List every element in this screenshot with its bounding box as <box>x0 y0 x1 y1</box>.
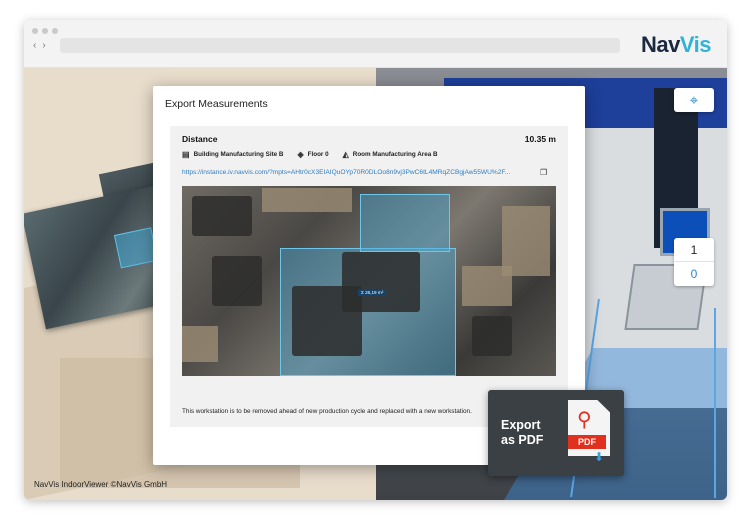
forward-button[interactable]: › <box>42 40 45 51</box>
measurement-note: This workstation is to be removed ahead … <box>182 408 472 415</box>
pdf-badge: PDF <box>568 435 606 449</box>
window-dot[interactable] <box>42 28 48 34</box>
building-info: ▤ Building Manufacturing Site B <box>182 150 283 159</box>
floor-option[interactable]: 0 <box>674 262 714 286</box>
floor-option-active[interactable]: 1 <box>674 238 714 262</box>
measurement-line <box>714 308 716 498</box>
navvis-logo: NavVis <box>641 32 711 58</box>
measurement-location: ▤ Building Manufacturing Site B ◈ Floor … <box>182 150 438 159</box>
equipment <box>212 256 262 306</box>
floor-icon: ◈ <box>297 150 304 159</box>
browser-window: ‹ › NavVis ⌖ 1 0 NavVis IndoorViewer ©Na… <box>24 20 727 500</box>
window-controls <box>32 28 58 34</box>
back-button[interactable]: ‹ <box>33 40 36 51</box>
export-pdf-button[interactable]: Export as PDF ⚲ PDF ⬇ <box>488 390 624 476</box>
viewer-credit: NavVis IndoorViewer ©NavVis GmbH <box>34 480 168 489</box>
equipment <box>292 286 362 356</box>
area-label: Σ 26,19 m² <box>358 289 387 296</box>
building-label: Building Manufacturing Site B <box>193 151 284 158</box>
measured-area <box>113 227 159 269</box>
address-bar[interactable] <box>60 38 620 53</box>
room-icon: ◭ <box>342 150 349 159</box>
acrobat-icon: ⚲ <box>577 409 592 431</box>
copy-icon[interactable]: ❐ <box>540 168 547 177</box>
export-pdf-line2: as PDF <box>501 433 544 447</box>
logo-prefix: Nav <box>641 32 680 57</box>
export-pdf-label: Export as PDF <box>501 418 543 448</box>
export-pdf-line1: Export <box>501 418 541 432</box>
browser-nav: ‹ › <box>33 40 46 51</box>
floor-label: Floor 0 <box>307 151 329 158</box>
share-link[interactable]: https://instance.iv.navvis.com/?mpts=AHt… <box>182 169 537 176</box>
building-icon: ▤ <box>182 150 190 159</box>
floor-picker: 1 0 <box>674 238 714 286</box>
equipment <box>262 188 352 212</box>
measurement-snapshot: Σ 26,19 m² <box>182 186 556 376</box>
equipment <box>502 206 550 276</box>
crosshair-icon: ⌖ <box>689 91 699 109</box>
measured-zone <box>360 194 450 252</box>
measurement-card: Distance 10.35 m ▤ Building Manufacturin… <box>170 126 568 427</box>
room-info: ◭ Room Manufacturing Area B <box>343 150 438 159</box>
room-label: Room Manufacturing Area B <box>352 151 438 158</box>
viewer-viewport[interactable]: ⌖ 1 0 NavVis IndoorViewer ©NavVis GmbH E… <box>24 68 727 500</box>
equipment <box>472 316 512 356</box>
crosshair-button[interactable]: ⌖ <box>674 88 714 112</box>
logo-suffix: Vis <box>679 32 712 57</box>
equipment <box>182 326 218 362</box>
dialog-title: Export Measurements <box>165 98 268 110</box>
measurement-value: 10.35 m <box>524 134 556 144</box>
measurement-name: Distance <box>182 134 218 144</box>
equipment <box>192 196 252 236</box>
window-dot[interactable] <box>52 28 58 34</box>
browser-titlebar: ‹ › NavVis <box>24 20 727 68</box>
floor-info: ◈ Floor 0 <box>297 150 328 159</box>
window-dot[interactable] <box>32 28 38 34</box>
download-icon: ⬇ <box>594 450 605 464</box>
